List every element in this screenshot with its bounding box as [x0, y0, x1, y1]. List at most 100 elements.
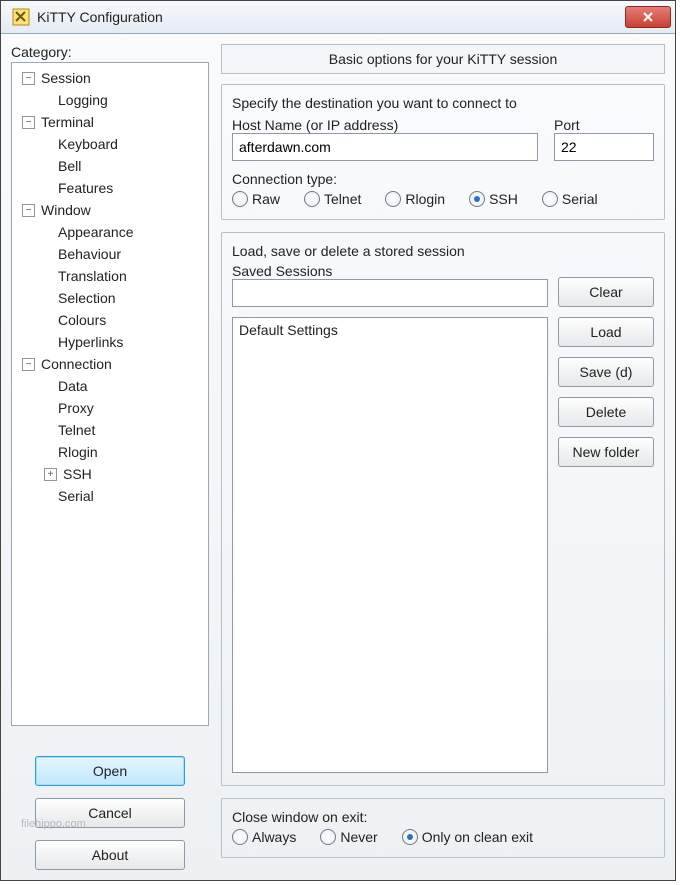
- tree-item-label: Telnet: [56, 419, 97, 441]
- connection-type-radio[interactable]: Rlogin: [385, 191, 445, 207]
- panel-header: Basic options for your KiTTY session: [221, 44, 665, 74]
- radio-icon: [320, 829, 336, 845]
- tree-item[interactable]: + SSH: [14, 463, 206, 485]
- close-button[interactable]: [625, 6, 671, 28]
- tree-item[interactable]: Logging: [14, 89, 206, 111]
- new-folder-button[interactable]: New folder: [558, 437, 654, 467]
- close-on-exit-radio[interactable]: Never: [320, 829, 377, 845]
- tree-item-label: Behaviour: [56, 243, 123, 265]
- tree-item-label: Appearance: [56, 221, 136, 243]
- radio-label: Always: [252, 829, 296, 845]
- app-window: KiTTY Configuration Category: −SessionLo…: [0, 0, 676, 881]
- radio-label: Only on clean exit: [422, 829, 533, 845]
- close-on-exit-group: Close window on exit: Always Never Only on…: [221, 798, 665, 858]
- tree-item[interactable]: Behaviour: [14, 243, 206, 265]
- tree-item[interactable]: Proxy: [14, 397, 206, 419]
- tree-item[interactable]: Hyperlinks: [14, 331, 206, 353]
- tree-item-label: Session: [39, 67, 93, 89]
- connection-type-options: Raw Telnet Rlogin SSH Serial: [232, 191, 654, 207]
- connection-type-radio[interactable]: SSH: [469, 191, 518, 207]
- destination-group: Specify the destination you want to conn…: [221, 84, 665, 220]
- radio-label: Raw: [252, 191, 280, 207]
- tree-item-label: Hyperlinks: [56, 331, 125, 353]
- collapse-icon[interactable]: −: [22, 116, 35, 129]
- app-icon: [11, 7, 31, 27]
- tree-item-label: Keyboard: [56, 133, 120, 155]
- category-tree[interactable]: −SessionLogging−TerminalKeyboardBellFeat…: [11, 62, 209, 726]
- tree-item-label: Colours: [56, 309, 108, 331]
- tree-item[interactable]: −Session: [14, 67, 206, 89]
- connection-type-radio[interactable]: Raw: [232, 191, 280, 207]
- titlebar: KiTTY Configuration: [1, 1, 675, 34]
- tree-item[interactable]: Translation: [14, 265, 206, 287]
- tree-item-label: Serial: [56, 485, 96, 507]
- tree-item-label: Features: [56, 177, 115, 199]
- connection-type-radio[interactable]: Serial: [542, 191, 598, 207]
- load-button[interactable]: Load: [558, 317, 654, 347]
- radio-label: Telnet: [324, 191, 361, 207]
- radio-icon: [232, 829, 248, 845]
- delete-button[interactable]: Delete: [558, 397, 654, 427]
- tree-item-label: Window: [39, 199, 93, 221]
- dialog-body: Category: −SessionLogging−TerminalKeyboa…: [1, 34, 675, 880]
- tree-item-label: Selection: [56, 287, 118, 309]
- tree-item[interactable]: Serial: [14, 485, 206, 507]
- connection-type-label: Connection type:: [232, 171, 654, 187]
- radio-icon: [232, 191, 248, 207]
- collapse-icon[interactable]: −: [22, 358, 35, 371]
- destination-group-label: Specify the destination you want to conn…: [232, 95, 654, 111]
- close-on-exit-radio[interactable]: Only on clean exit: [402, 829, 533, 845]
- radio-icon: [402, 829, 418, 845]
- left-column: Category: −SessionLogging−TerminalKeyboa…: [11, 44, 209, 870]
- tree-item[interactable]: Telnet: [14, 419, 206, 441]
- tree-item-label: Connection: [39, 353, 114, 375]
- open-button[interactable]: Open: [35, 756, 185, 786]
- right-column: Basic options for your KiTTY session Spe…: [221, 44, 665, 870]
- connection-type-radio[interactable]: Telnet: [304, 191, 361, 207]
- radio-icon: [542, 191, 558, 207]
- tree-item[interactable]: Selection: [14, 287, 206, 309]
- clear-button[interactable]: Clear: [558, 277, 654, 307]
- saved-sessions-label: Saved Sessions: [232, 263, 548, 279]
- port-input[interactable]: [554, 133, 654, 161]
- tree-item[interactable]: Data: [14, 375, 206, 397]
- tree-item-label: SSH: [61, 463, 94, 485]
- close-on-exit-label: Close window on exit:: [232, 809, 654, 825]
- tree-item[interactable]: Colours: [14, 309, 206, 331]
- host-input[interactable]: [232, 133, 538, 161]
- window-title: KiTTY Configuration: [37, 9, 625, 25]
- expand-icon[interactable]: +: [44, 468, 57, 481]
- radio-icon: [304, 191, 320, 207]
- tree-item-label: Rlogin: [56, 441, 100, 463]
- port-label: Port: [554, 117, 654, 133]
- tree-item[interactable]: Appearance: [14, 221, 206, 243]
- radio-label: Serial: [562, 191, 598, 207]
- left-buttons: Open Cancel About: [11, 756, 209, 870]
- save-button[interactable]: Save (d): [558, 357, 654, 387]
- tree-item[interactable]: Rlogin: [14, 441, 206, 463]
- watermark: filehippo.com: [21, 818, 86, 830]
- about-button[interactable]: About: [35, 840, 185, 870]
- radio-label: SSH: [489, 191, 518, 207]
- saved-sessions-input[interactable]: [232, 279, 548, 307]
- sessions-group-label: Load, save or delete a stored session: [232, 243, 654, 259]
- tree-item[interactable]: Bell: [14, 155, 206, 177]
- tree-item[interactable]: −Terminal: [14, 111, 206, 133]
- tree-item[interactable]: Keyboard: [14, 133, 206, 155]
- tree-item[interactable]: Features: [14, 177, 206, 199]
- radio-label: Never: [340, 829, 377, 845]
- close-on-exit-options: Always Never Only on clean exit: [232, 829, 654, 845]
- collapse-icon[interactable]: −: [22, 72, 35, 85]
- radio-label: Rlogin: [405, 191, 445, 207]
- tree-item-label: Data: [56, 375, 90, 397]
- tree-item-label: Bell: [56, 155, 83, 177]
- tree-item[interactable]: −Window: [14, 199, 206, 221]
- collapse-icon[interactable]: −: [22, 204, 35, 217]
- tree-item[interactable]: −Connection: [14, 353, 206, 375]
- sessions-listbox[interactable]: Default Settings: [232, 317, 548, 773]
- list-item[interactable]: Default Settings: [239, 322, 541, 338]
- radio-icon: [469, 191, 485, 207]
- close-on-exit-radio[interactable]: Always: [232, 829, 296, 845]
- tree-item-label: Logging: [56, 89, 110, 111]
- radio-icon: [385, 191, 401, 207]
